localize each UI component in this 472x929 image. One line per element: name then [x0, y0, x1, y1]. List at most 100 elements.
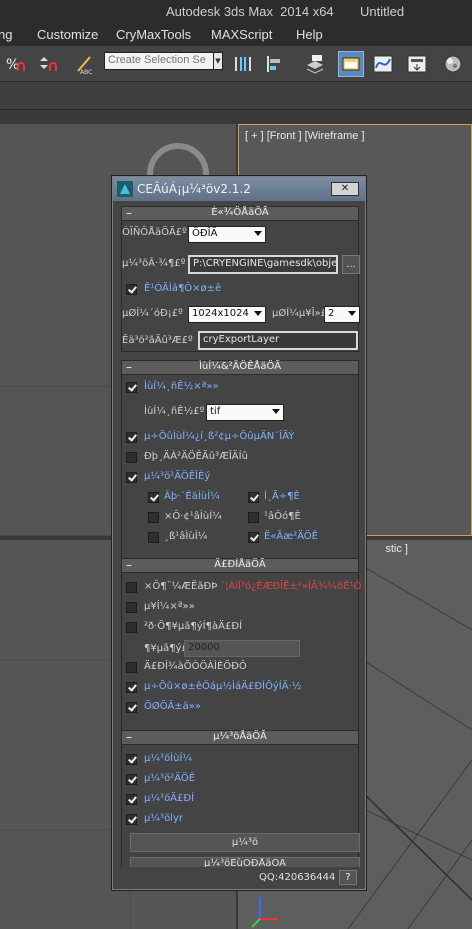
ribbon-strip: [0, 82, 472, 110]
rollout-header[interactable]: – Ä£ÐÍÅäÖÃ: [122, 558, 358, 573]
model-distance-label: Ä£ÐÍ¾àÕÒÖÀÌÈÕÐÔ: [144, 661, 247, 672]
split-vertices-checkbox[interactable]: [126, 622, 137, 633]
rollout-global-settings: – È«¾ÖÅäÖÃ ÓÏÑÔÅäÖÃ£º ÖÐÎÄ µ¼³öÂ·¾¶£º P:…: [121, 206, 360, 352]
export-all-button[interactable]: µ¼³öËùÓÐÅäÖÃ: [130, 857, 360, 867]
contact-qq-label: QQ:420636444: [259, 872, 336, 883]
rollout-export-settings: – µ¼³öÅäÖÃ µ¼³öÌùÍ¼ µ¼³ö²ÄÖÊ µ¼³öÄ£ÐÍ µ¼…: [121, 730, 360, 867]
export-textures-checkbox[interactable]: [126, 754, 137, 765]
auto-fix-checkbox[interactable]: [126, 582, 137, 593]
map-size-label: µØÍ¼´óÐ¡£º: [122, 308, 183, 319]
chevron-down-icon: [254, 311, 262, 316]
rollout-model-settings: – Ä£ÐÍÅäÖÃ ×Ô¶¯¼ÆËãÐÞ ´¦ÀíÍ³ó¿ÈÆÐÎÊ±²»ÎÃ…: [121, 558, 362, 740]
glossiness-checkbox[interactable]: [248, 512, 259, 523]
document-title: Untitled: [360, 4, 405, 19]
named-selection-set-dropdown[interactable]: Create Selection Se: [104, 52, 222, 70]
rename-material-label: Ðþ¸ÄÀ²ÄÖÊÃû³ÆÎÄÍû: [144, 451, 248, 462]
rollout-header[interactable]: – È«¾ÖÅäÖÃ: [122, 206, 358, 221]
rollout-header[interactable]: – ÌùÍ¼&²ÄÖÊÅäÖÃ: [122, 360, 358, 375]
export-textures-label: µ¼³öÌùÍ¼: [144, 753, 193, 764]
export-models-label: µ¼³öÄ£ÐÍ: [144, 793, 195, 804]
map-unit-select[interactable]: 2: [324, 306, 360, 323]
chevron-down-icon: [348, 311, 356, 316]
opacity-checkbox[interactable]: [248, 492, 259, 503]
map-size-select[interactable]: 1024x1024: [188, 306, 266, 323]
export-models-checkbox[interactable]: [126, 794, 137, 805]
resize-pow2-checkbox[interactable]: [126, 432, 137, 443]
model-distance-checkbox[interactable]: [126, 662, 137, 673]
export-button[interactable]: µ¼³ö: [130, 833, 360, 852]
rename-material-checkbox[interactable]: [126, 452, 137, 463]
adjust-axis-checkbox[interactable]: [126, 682, 137, 693]
dialog-titlebar[interactable]: CEÂúÁ¡µ¼³öv2.1.2 ✕: [113, 177, 365, 201]
auto-fix-warning: ´¦ÀíÍ³ó¿ÈÆÐÎÊ±²»ÎÃ¾¼õÊ¹Ó: [220, 581, 362, 592]
export-lyr-checkbox[interactable]: [126, 814, 137, 825]
adjust-axis-label: µ÷Õû×ø±êÖáµ½ÌáÄ£ÐÍÕýÍÃ·½: [144, 681, 302, 692]
cry-export-dialog: CEÂúÁ¡µ¼³öv2.1.2 ✕ – È«¾ÖÅäÖÃ ÓÏÑÔÅäÖÃ£º…: [112, 176, 366, 890]
self-illum-checkbox[interactable]: [148, 512, 159, 523]
convert-format-label: ÌùÍ¼¸ñÊ½×ª»»: [144, 381, 219, 392]
menu-bar: ng Customize CryMaxTools MAXScript Help: [0, 24, 472, 46]
export-materials-checkbox[interactable]: [126, 774, 137, 785]
opacity-label: Í¸Ã÷¶È: [264, 491, 300, 502]
scene-explorer-icon[interactable]: [338, 51, 364, 77]
percent-snap-icon[interactable]: %: [2, 51, 28, 77]
chevron-down-icon: [272, 409, 280, 414]
spinner-snap-icon[interactable]: [34, 51, 60, 77]
map-unit-label: µØÍ¼µ¥Î»£º: [272, 308, 332, 319]
mirror-icon[interactable]: [230, 51, 256, 77]
help-button[interactable]: ?: [339, 870, 357, 885]
relative-coords-checkbox[interactable]: [126, 284, 137, 295]
browse-button[interactable]: ...: [342, 255, 360, 274]
close-button[interactable]: ✕: [331, 182, 359, 196]
language-label: ÓÏÑÔÅäÖÃ£º: [122, 227, 187, 238]
dialog-status-bar: QQ:420636444 ?: [115, 869, 363, 887]
viewport-front-label[interactable]: [ + ] [Front ] [Wireframe ]: [245, 130, 365, 142]
app-title: Autodesk 3ds Max 2014 x64: [166, 4, 334, 19]
export-layer-field[interactable]: cryExportLayer: [198, 331, 358, 350]
menu-maxscript[interactable]: MAXScript: [211, 27, 272, 42]
layer-manager-icon[interactable]: [302, 51, 328, 77]
export-lyr-label: µ¼³ölyr: [144, 813, 183, 824]
split-vertices-label: ²ð·Ö¶¥µã¶ýÍ¶àÄ£ÐÍ: [144, 621, 243, 632]
reset-xform-checkbox[interactable]: [126, 702, 137, 713]
convert-format-checkbox[interactable]: [126, 382, 137, 393]
specular-map-checkbox[interactable]: [148, 532, 159, 543]
chevron-down-icon[interactable]: ▼: [213, 52, 223, 70]
auto-fix-label: ×Ô¶¯¼ÆËãÐÞ: [144, 581, 218, 592]
resize-pow2-label: µ÷ÕûÌùÍ¼¿í¸ß²¢µ÷ÕûµÄN´ÎÃÝ: [144, 431, 295, 442]
export-path-field[interactable]: P:\CRYENGINE\gamesdk\obje: [188, 255, 338, 274]
export-material-label: µ¼³ö²ÄÖÊÎÈý: [144, 471, 211, 482]
chevron-down-icon: [254, 231, 262, 236]
rollout-header[interactable]: – µ¼³öÅäÖÃ: [122, 730, 358, 745]
material-editor-icon[interactable]: [440, 51, 466, 77]
reset-xform-label: ÖØÖÃ±ä»»: [144, 701, 202, 712]
diffuse-map-label: Âþ·´ÉäÌùÍ¼: [164, 491, 220, 502]
language-select[interactable]: ÖÐÎÄ: [188, 226, 266, 243]
schematic-view-icon[interactable]: [404, 51, 430, 77]
two-sided-checkbox[interactable]: [248, 532, 259, 543]
vertex-count-field[interactable]: 20000: [184, 640, 300, 657]
menu-help[interactable]: Help: [296, 27, 323, 42]
main-toolbar: % ABC: [0, 46, 472, 82]
glossiness-label: ¹âÔó¶È: [264, 511, 301, 522]
edit-named-selection-icon[interactable]: ABC: [72, 51, 98, 77]
app-logo-icon: [117, 181, 133, 197]
diffuse-map-checkbox[interactable]: [148, 492, 159, 503]
export-path-label: µ¼³öÂ·¾¶£º: [122, 258, 186, 269]
relative-coords-label: Ê¹ÓÃÌá¶Ô×ø±ê: [144, 283, 222, 294]
curve-editor-icon[interactable]: [370, 51, 396, 77]
svg-text:ABC: ABC: [80, 69, 92, 75]
export-materials-label: µ¼³ö²ÄÖÊ: [144, 773, 196, 784]
rollout-panel[interactable]: – È«¾ÖÅäÖÃ ÓÏÑÔÅäÖÃ£º ÖÐÎÄ µ¼³öÂ·¾¶£º P:…: [115, 201, 363, 867]
two-sided-label: Ë«Ãæ²ÄÖÊ: [264, 531, 318, 542]
export-material-checkbox[interactable]: [126, 472, 137, 483]
single-map-label: µ¥Í¼×ª»»: [144, 601, 195, 612]
texture-format-select[interactable]: tif: [206, 404, 284, 421]
export-layer-label: Êä³ö²ãÃû³Æ£º: [122, 335, 193, 346]
dialog-title: CEÂúÁ¡µ¼³öv2.1.2: [137, 182, 251, 196]
menu-customize[interactable]: Customize: [37, 27, 98, 42]
menu-rendering[interactable]: ng: [0, 27, 12, 42]
single-map-checkbox[interactable]: [126, 602, 137, 613]
menu-crymaxtools[interactable]: CryMaxTools: [116, 27, 191, 42]
align-icon[interactable]: [262, 51, 288, 77]
